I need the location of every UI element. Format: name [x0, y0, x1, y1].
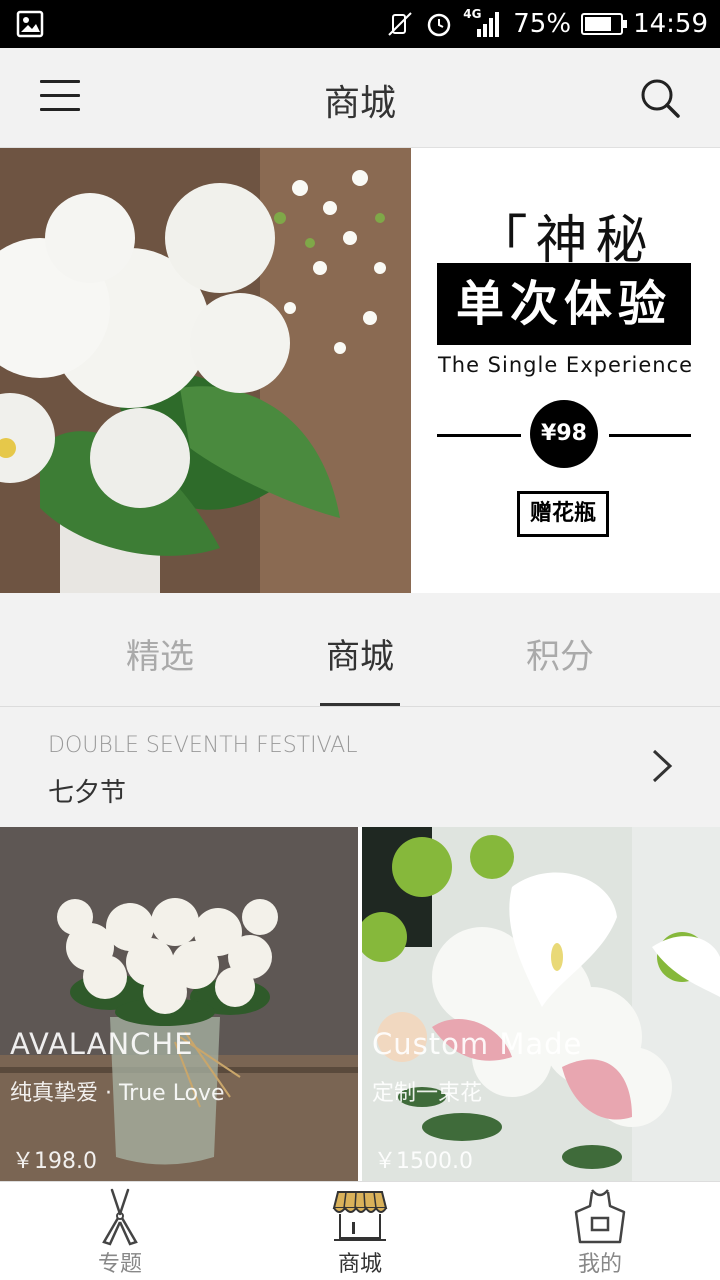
product-subtitle: 纯真挚爱 · True Love [10, 1081, 225, 1106]
section-title-en: DOUBLE SEVENTH FESTIVAL [48, 733, 358, 758]
chevron-right-icon[interactable] [650, 748, 674, 784]
divider-right [609, 434, 691, 437]
alarm-icon [428, 13, 451, 37]
pruning-shears-icon [102, 1188, 138, 1246]
tab-points[interactable]: 积分 [480, 629, 640, 678]
product-title: Custom Made [372, 1027, 583, 1061]
tab-shop[interactable]: 商城 [280, 629, 440, 678]
page-title: 商城 [323, 83, 396, 124]
banner-flower-photo [0, 148, 411, 593]
shop-awning-icon [332, 1191, 388, 1241]
nav-profile[interactable]: 我的 [480, 1182, 720, 1280]
product-card[interactable]: Custom Made 定制一束花 ￥1500.0 [362, 827, 720, 1181]
banner-gift-label: 赠花瓶 [517, 491, 609, 537]
product-grid: AVALANCHE 纯真挚爱 · True Love ￥198.0 Custom… [0, 827, 720, 1181]
banner-subtitle: The Single Experience [437, 353, 694, 377]
product-photo [0, 827, 358, 1181]
banner-price-badge: ¥98 [530, 400, 598, 468]
clock: 14:59 [633, 9, 708, 39]
status-bar: 4G 75% 14:59 [0, 0, 720, 48]
section-title-zh: 七夕节 [48, 778, 127, 808]
tab-featured[interactable]: 精选 [80, 629, 240, 678]
promo-banner[interactable]: 「神秘箱」 单次体验 The Single Experience ¥98 赠花瓶 [0, 148, 720, 593]
product-price: ￥198.0 [12, 1149, 97, 1174]
product-card[interactable]: AVALANCHE 纯真挚爱 · True Love ￥198.0 [0, 827, 358, 1181]
nav-label: 专题 [97, 1252, 142, 1277]
section-header[interactable]: DOUBLE SEVENTH FESTIVAL 七夕节 [0, 708, 720, 826]
signal-icon: 4G [463, 7, 503, 39]
product-price: ￥1500.0 [374, 1149, 473, 1174]
active-tab-indicator [320, 703, 400, 706]
banner-text-panel: 「神秘箱」 单次体验 The Single Experience ¥98 赠花瓶 [411, 148, 720, 593]
product-photo [362, 827, 720, 1181]
nav-label: 商城 [337, 1252, 382, 1277]
category-tabs: 精选 商城 积分 [0, 593, 720, 707]
battery-percent: 75% [513, 9, 572, 39]
nav-label: 我的 [577, 1252, 622, 1277]
bottom-navigation: 专题 商城 我的 [0, 1181, 720, 1280]
app-header: 商城 [0, 48, 720, 148]
vibrate-off-icon [388, 12, 412, 36]
search-icon[interactable] [638, 76, 682, 120]
divider-left [437, 434, 521, 437]
apron-icon [574, 1189, 626, 1244]
banner-box-text: 单次体验 [437, 263, 691, 345]
gallery-notification-icon [16, 10, 44, 38]
battery-icon [581, 13, 628, 35]
product-subtitle: 定制一束花 [372, 1081, 483, 1106]
nav-topics[interactable]: 专题 [0, 1182, 240, 1280]
product-title: AVALANCHE [10, 1027, 194, 1061]
nav-shop[interactable]: 商城 [240, 1182, 480, 1280]
